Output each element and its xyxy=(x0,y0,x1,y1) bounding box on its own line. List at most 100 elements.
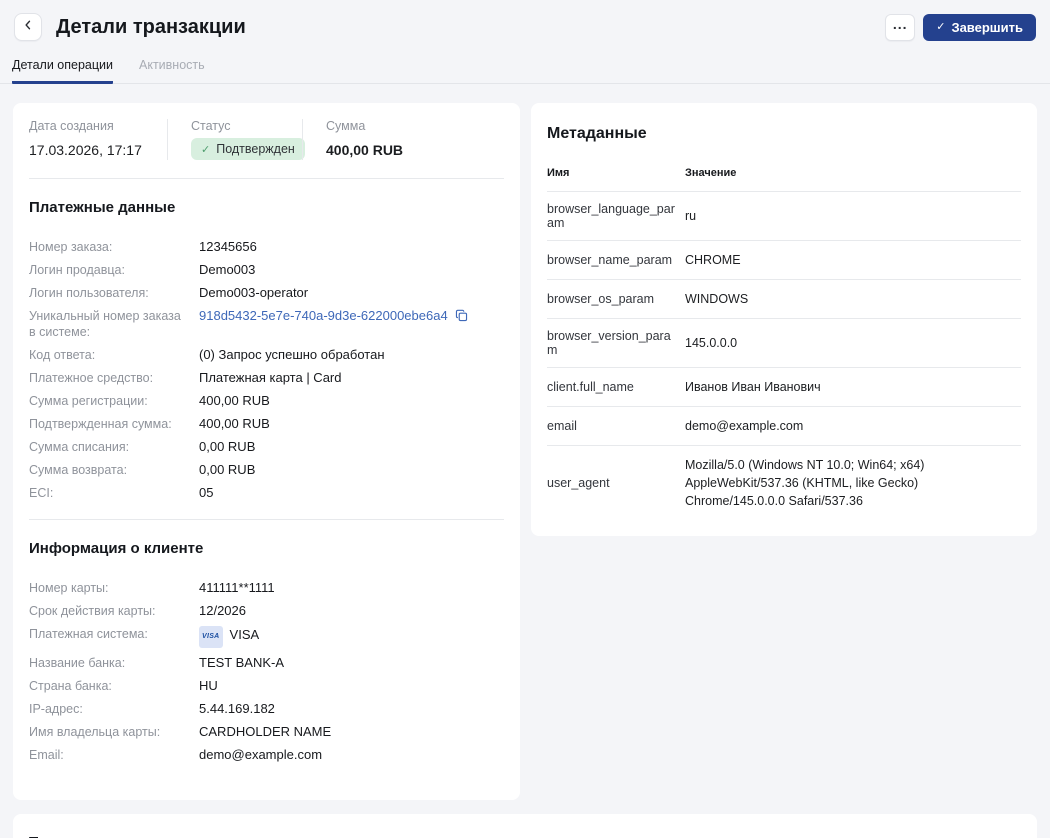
metadata-col-value: Значение xyxy=(685,167,1021,179)
client-section-title: Информация о клиенте xyxy=(29,540,504,557)
detail-row: Платежная система:VISAVISA xyxy=(29,626,504,648)
detail-row: Номер заказа:12345656 xyxy=(29,239,504,255)
tab-1[interactable]: Активность xyxy=(139,54,205,84)
detail-value: (0) Запрос успешно обработан xyxy=(199,347,385,363)
detail-value: CARDHOLDER NAME xyxy=(199,724,331,740)
metadata-row: browser_os_paramWINDOWS xyxy=(547,280,1021,319)
metadata-table-header: Имя Значение xyxy=(547,153,1021,192)
metadata-value: demo@example.com xyxy=(685,417,1021,435)
metadata-row: user_agentMozilla/5.0 (Windows NT 10.0; … xyxy=(547,446,1021,520)
detail-label: Платежная система: xyxy=(29,626,199,642)
summary-status: Статус ✓ Подтвержден xyxy=(167,119,302,160)
metadata-value: CHROME xyxy=(685,251,1021,269)
metadata-row: browser_version_param145.0.0.0 xyxy=(547,319,1021,368)
order-uuid-link[interactable]: 918d5432-5e7e-740a-9d3e-622000ebe6a4 xyxy=(199,308,448,323)
metadata-row: client.full_nameИванов Иван Иванович xyxy=(547,368,1021,407)
detail-value: Demo003 xyxy=(199,262,255,278)
metadata-value: 145.0.0.0 xyxy=(685,334,1021,352)
status-badge: ✓ Подтвержден xyxy=(191,138,305,160)
status-badge-label: Подтвержден xyxy=(216,142,295,156)
client-info-section: Информация о клиенте Номер карты:411111*… xyxy=(13,540,520,800)
detail-label: Срок действия карты: xyxy=(29,603,199,619)
detail-label: Логин пользователя: xyxy=(29,285,199,301)
detail-row: Платежное средство:Платежная карта | Car… xyxy=(29,370,504,386)
tab-0[interactable]: Детали операции xyxy=(12,54,113,84)
detail-row: Код ответа:(0) Запрос успешно обработан xyxy=(29,347,504,363)
detail-value: 400,00 RUB xyxy=(199,393,270,409)
summary-amount: Сумма 400,00 RUB xyxy=(302,119,504,160)
detail-row: Сумма списания:0,00 RUB xyxy=(29,439,504,455)
metadata-name: browser_name_param xyxy=(547,253,685,267)
detail-row: ECI:05 xyxy=(29,485,504,501)
detail-label: Номер карты: xyxy=(29,580,199,596)
detail-label: Сумма списания: xyxy=(29,439,199,455)
more-actions-button[interactable]: ... xyxy=(885,14,915,41)
metadata-value: ru xyxy=(685,207,1021,225)
metadata-col-name: Имя xyxy=(547,167,685,179)
metadata-title: Метаданные xyxy=(547,125,1021,143)
detail-row: IP-адрес:5.44.169.182 xyxy=(29,701,504,717)
operation-details-card: Дата создания 17.03.2026, 17:17 Статус ✓… xyxy=(13,103,520,800)
tab-bar: Детали операции Активность xyxy=(0,54,1050,84)
detail-value: 0,00 RUB xyxy=(199,439,255,455)
metadata-value: Иванов Иван Иванович xyxy=(685,378,1021,396)
detail-value: demo@example.com xyxy=(199,747,322,763)
detail-value: 400,00 RUB xyxy=(199,416,270,432)
amount-label: Сумма xyxy=(326,119,504,133)
detail-row: Сумма возврата:0,00 RUB xyxy=(29,462,504,478)
metadata-card: Метаданные Имя Значение browser_language… xyxy=(531,103,1037,536)
status-label: Статус xyxy=(191,119,302,133)
client-rows: Номер карты:411111**1111Срок действия ка… xyxy=(29,580,504,763)
detail-label: Подтвержденная сумма: xyxy=(29,416,199,432)
detail-value: 0,00 RUB xyxy=(199,462,255,478)
summary-created: Дата создания 17.03.2026, 17:17 xyxy=(29,119,167,160)
detail-label: ECI: xyxy=(29,485,199,501)
detail-row: Страна банка:HU xyxy=(29,678,504,694)
metadata-table-body: browser_language_paramru browser_name_par… xyxy=(547,192,1021,520)
content-area: Дата создания 17.03.2026, 17:17 Статус ✓… xyxy=(0,84,1050,838)
detail-label: Сумма возврата: xyxy=(29,462,199,478)
detail-label: Платежное средство: xyxy=(29,370,199,386)
products-title: Товары xyxy=(29,834,1021,838)
summary-row: Дата создания 17.03.2026, 17:17 Статус ✓… xyxy=(13,103,520,160)
divider xyxy=(29,178,504,179)
detail-value: 12345656 xyxy=(199,239,257,255)
payment-data-section: Платежные данные Номер заказа:12345656Ло… xyxy=(13,199,520,501)
detail-label: Сумма регистрации: xyxy=(29,393,199,409)
detail-value: HU xyxy=(199,678,218,694)
metadata-row: emaildemo@example.com xyxy=(547,407,1021,446)
metadata-name: browser_language_param xyxy=(547,202,685,230)
created-value: 17.03.2026, 17:17 xyxy=(29,142,167,158)
finish-button-label: Завершить xyxy=(951,20,1023,35)
check-icon: ✓ xyxy=(201,143,210,156)
metadata-row: browser_language_paramru xyxy=(547,192,1021,241)
detail-value: VISAVISA xyxy=(199,626,259,648)
page-title: Детали транзакции xyxy=(56,16,246,39)
detail-label: Номер заказа: xyxy=(29,239,199,255)
amount-value: 400,00 RUB xyxy=(326,142,504,158)
back-button[interactable] xyxy=(14,13,42,41)
detail-row: Email:demo@example.com xyxy=(29,747,504,763)
metadata-value: WINDOWS xyxy=(685,290,1021,308)
page-header: Детали транзакции ... ✓ Завершить xyxy=(0,0,1050,44)
detail-value: 918d5432-5e7e-740a-9d3e-622000ebe6a4 xyxy=(199,308,468,324)
metadata-name: browser_os_param xyxy=(547,292,685,306)
finish-button[interactable]: ✓ Завершить xyxy=(923,14,1036,41)
payment-rows: Номер заказа:12345656Логин продавца:Demo… xyxy=(29,239,504,501)
detail-value: TEST BANK-A xyxy=(199,655,284,671)
created-label: Дата создания xyxy=(29,119,167,133)
chevron-left-icon xyxy=(22,18,34,36)
detail-label: Название банка: xyxy=(29,655,199,671)
detail-value: Платежная карта | Card xyxy=(199,370,342,386)
detail-label: Логин продавца: xyxy=(29,262,199,278)
detail-value: 05 xyxy=(199,485,213,501)
detail-label: Имя владельца карты: xyxy=(29,724,199,740)
metadata-name: email xyxy=(547,419,685,433)
detail-label: IP-адрес: xyxy=(29,701,199,717)
metadata-name: user_agent xyxy=(547,476,685,490)
detail-row: Срок действия карты:12/2026 xyxy=(29,603,504,619)
detail-row: Имя владельца карты:CARDHOLDER NAME xyxy=(29,724,504,740)
detail-row: Логин пользователя:Demo003-operator xyxy=(29,285,504,301)
metadata-name: client.full_name xyxy=(547,380,685,394)
copy-icon[interactable] xyxy=(455,309,468,322)
